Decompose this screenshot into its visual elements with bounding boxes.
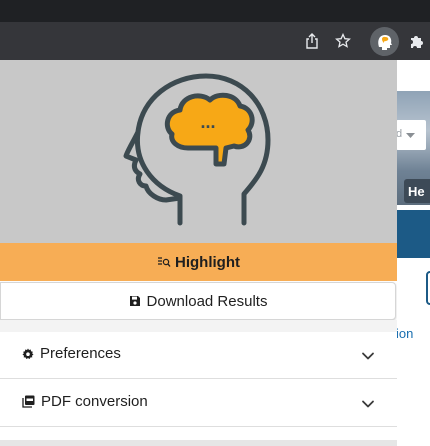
head-thought-icon: ...: [123, 73, 271, 226]
pdf-icon: [22, 395, 35, 408]
browser-tab-strip: [0, 0, 430, 22]
chevron-down-icon: [406, 133, 415, 138]
background-select[interactable]: d: [396, 120, 426, 150]
download-results-button[interactable]: Download Results: [0, 282, 396, 320]
download-button-label: Download Results: [146, 292, 268, 310]
preferences-section[interactable]: Preferences: [0, 332, 397, 379]
chevron-down-icon: [362, 400, 374, 408]
background-blue-band: [396, 210, 430, 258]
background-button-label: He: [408, 183, 425, 199]
star-icon[interactable]: [334, 22, 352, 60]
background-link[interactable]: ion: [396, 326, 413, 341]
highlight-search-icon: [157, 256, 171, 268]
gear-icon: [22, 348, 34, 360]
share-icon[interactable]: [303, 22, 321, 60]
popup-bottom-edge: [0, 440, 397, 446]
highlight-button[interactable]: Highlight: [0, 243, 397, 281]
browser-toolbar: [0, 22, 430, 60]
puzzle-icon[interactable]: [407, 22, 427, 60]
thought-dots: ...: [200, 112, 215, 132]
background-button[interactable]: He: [404, 179, 430, 203]
pdf-conversion-label: PDF conversion: [41, 393, 148, 410]
section-separator: [0, 320, 397, 332]
background-outlined-box: [426, 271, 430, 305]
screen: d He ion ... Highlight Download Results …: [0, 0, 430, 446]
extension-head-icon: [378, 35, 392, 50]
highlight-button-label: Highlight: [175, 253, 240, 271]
popup-hero: ...: [0, 60, 397, 243]
background-web-page: d He ion: [396, 60, 430, 446]
preferences-label: Preferences: [40, 345, 121, 362]
extension-popup: ... Highlight Download Results Preferenc…: [0, 60, 397, 446]
chevron-down-icon: [362, 352, 374, 360]
pdf-conversion-section[interactable]: PDF conversion: [0, 380, 397, 427]
floppy-disk-icon: [129, 295, 141, 307]
extension-active-button[interactable]: [370, 27, 399, 56]
